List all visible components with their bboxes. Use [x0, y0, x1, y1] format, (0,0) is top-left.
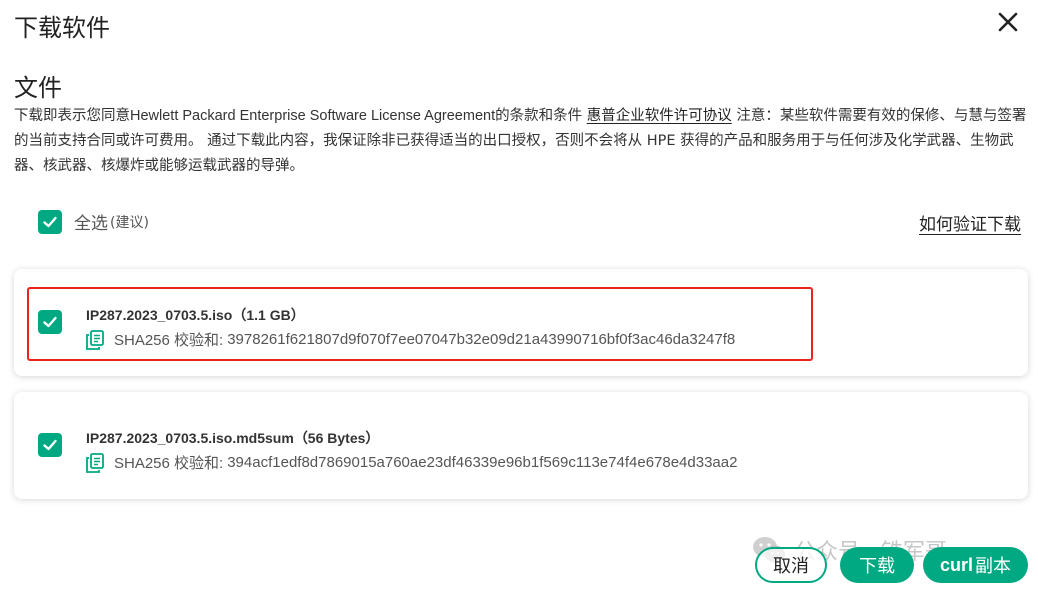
hash-row: SHA256 校验和: 394acf1edf8d7869015a760ae23d…: [86, 452, 737, 473]
license-notice: 下载即表示您同意Hewlett Packard Enterprise Softw…: [14, 108, 1027, 174]
checkmark-icon: [43, 439, 57, 451]
hash-label: SHA256 校验和:: [114, 455, 224, 472]
select-all-row: 全选 (建议): [38, 209, 149, 234]
select-all-checkbox[interactable]: [38, 209, 62, 234]
dialog-title: 下载软件: [14, 14, 110, 42]
file-size: （56 Bytes）: [293, 430, 380, 446]
select-all-hint: (建议): [110, 214, 149, 231]
highlight-box: [27, 287, 813, 361]
curl-label: curl: [939, 554, 973, 575]
license-agreement-link[interactable]: 惠普企业软件许可协议: [587, 108, 732, 124]
file-checkbox[interactable]: [38, 433, 62, 457]
select-all-label: 全选: [74, 214, 108, 234]
files-section-title: 文件: [14, 74, 62, 102]
checkmark-icon: [43, 216, 57, 227]
close-icon: [998, 12, 1018, 32]
verify-download-link[interactable]: 如何验证下载: [919, 210, 1021, 235]
download-button[interactable]: 下载: [840, 547, 914, 583]
copy-icon[interactable]: [86, 452, 104, 473]
hash-value: 394acf1edf8d7869015a760ae23df46339e96b1f…: [227, 454, 738, 471]
close-button[interactable]: [992, 6, 1024, 38]
copy-label: 副本: [975, 556, 1011, 577]
file-card: IP287.2023_0703.5.iso.md5sum（56 Bytes） S…: [14, 392, 1028, 499]
file-name: IP287.2023_0703.5.iso.md5sum（56 Bytes）: [86, 430, 380, 446]
cancel-button[interactable]: 取消: [755, 547, 827, 583]
curl-copy-button[interactable]: curl 副本: [923, 547, 1028, 583]
